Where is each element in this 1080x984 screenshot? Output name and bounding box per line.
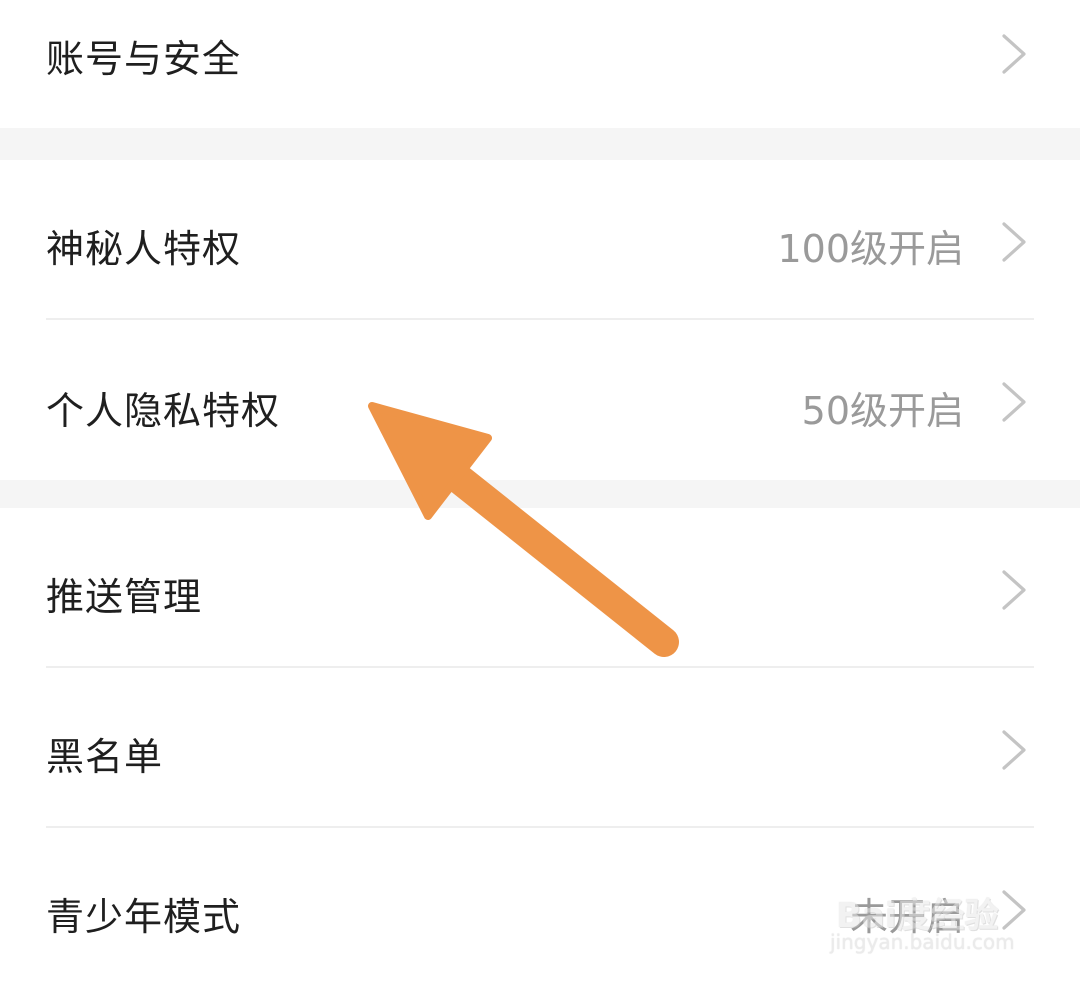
- settings-item-label: 个人隐私特权: [46, 389, 281, 433]
- settings-item-push-management[interactable]: 推送管理: [0, 508, 1080, 668]
- settings-item-privacy-privilege[interactable]: 个人隐私特权 50级开启: [0, 320, 1080, 480]
- settings-item-value: 50级开启: [801, 389, 964, 433]
- settings-item-label: 推送管理: [46, 575, 203, 619]
- watermark-url: jingyan.baidu.com: [830, 930, 1015, 954]
- settings-item-blacklist[interactable]: 黑名单: [0, 668, 1080, 828]
- chevron-right-icon: [1002, 382, 1026, 422]
- settings-item-label: 神秘人特权: [46, 227, 242, 271]
- chevron-right-icon: [1002, 34, 1026, 74]
- settings-item-mystery-privilege[interactable]: 神秘人特权 100级开启: [0, 160, 1080, 320]
- watermark: Bai度经验 jingyan.baidu.com: [826, 872, 1026, 962]
- settings-page: 账号与安全 神秘人特权 100级开启 个人隐私特权 50级开启 推送管理 黑名单: [0, 0, 1080, 984]
- section-separator: [0, 128, 1080, 160]
- settings-item-account-security[interactable]: 账号与安全: [0, 0, 1080, 128]
- chevron-right-icon: [1002, 730, 1026, 770]
- settings-item-label: 账号与安全: [46, 37, 242, 81]
- settings-item-label: 黑名单: [46, 735, 164, 779]
- chevron-right-icon: [1002, 570, 1026, 610]
- section-separator: [0, 480, 1080, 508]
- settings-item-label: 青少年模式: [46, 895, 242, 939]
- settings-item-value: 100级开启: [777, 227, 964, 271]
- chevron-right-icon: [1002, 222, 1026, 262]
